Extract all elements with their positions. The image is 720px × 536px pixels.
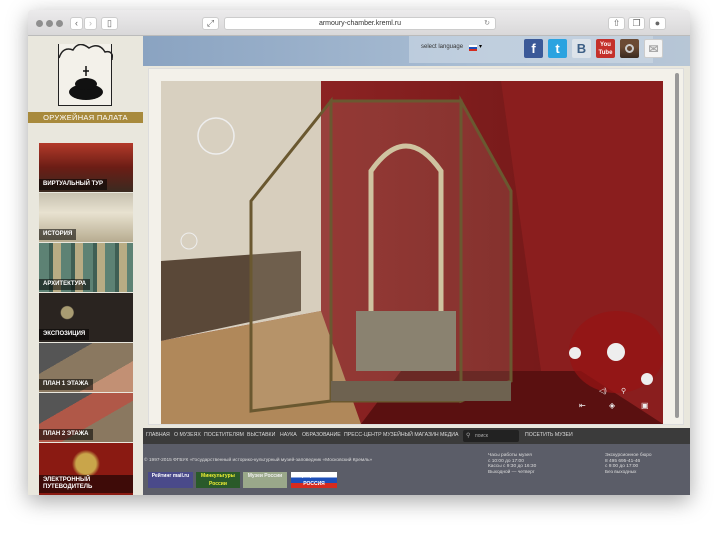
search-input[interactable]: ⚲ поиск [463,430,519,442]
nav-item[interactable]: НАУКА [280,432,297,438]
sound-icon[interactable]: ◁) [599,387,607,395]
panorama-controls[interactable]: ◁) ⚲ ⇤ ◈ ▣ [569,311,663,410]
museums-russia-badge[interactable]: Музеи России [243,472,287,488]
youtube-icon[interactable]: You Tube [596,39,615,58]
search-icon: ⚲ [466,433,471,439]
select-language-label: select language [421,44,464,50]
official-russia-badge[interactable]: Официальная РОССИЯ [291,472,337,488]
forward-button[interactable]: › [84,17,97,30]
zoom-dot[interactable] [56,20,63,27]
sidebar-item-history[interactable]: ИСТОРИЯ [39,193,133,242]
hours-line: Часы работы музея [488,453,532,458]
sidebar-item-architecture[interactable]: АРХИТЕКТУРА [39,243,133,292]
main-nav: ГЛАВНАЯ О МУЗЕЯХ ПОСЕТИТЕЛЯМ ВЫСТАВКИ НА… [143,428,690,444]
sidebar-item-electronic-guide[interactable]: ЭЛЕКТРОННЫЙ ПУТЕВОДИТЕЛЬ [39,443,133,495]
sidebar-item-label: ПЛАН 1 ЭТАЖА [39,379,93,390]
sidebar-item-label: ПЛАН 2 ЭТАЖА [39,429,93,440]
zoom-slider-handle[interactable] [569,347,581,359]
panorama-frame: ◁) ⚲ ⇤ ◈ ▣ [148,68,684,425]
reload-icon[interactable]: ↻ [484,18,490,30]
russian-flag-icon [469,45,477,51]
nav-item[interactable]: МУЗЕЙНЫЙ МАГАЗИН [383,432,439,438]
sidebar-item-label: АРХИТЕКТУРА [39,279,91,290]
exit-icon[interactable]: ⇤ [579,401,586,410]
language-selector[interactable]: select language ▾ f t B You Tube ✉ [409,36,663,63]
nav-item[interactable]: ПРЕСС-ЦЕНТР [344,432,382,438]
header: select language ▾ f t B You Tube ✉ [143,36,690,66]
virtual-tour-panorama[interactable]: ◁) ⚲ ⇤ ◈ ▣ [161,81,663,424]
facebook-icon[interactable]: f [524,39,543,58]
back-button[interactable]: ‹ [70,17,83,30]
nav-item[interactable]: ГЛАВНАЯ [146,432,170,438]
search-zoom-icon[interactable]: ⚲ [621,387,626,395]
twitter-icon[interactable]: t [548,39,567,58]
copyright: © 1997-2015 ФГБУК «Государственный истор… [144,458,373,463]
nav-item[interactable]: ОБРАЗОВАНИЕ [302,432,341,438]
sidebar-item-floor-2[interactable]: ПЛАН 2 ЭТАЖА [39,393,133,442]
bureau-line: Без выходных [605,469,637,475]
rotate-slider-handle[interactable] [641,373,653,385]
nav-item[interactable]: ВЫСТАВКИ [247,432,275,438]
email-icon[interactable]: ✉ [644,39,663,58]
museum-logo[interactable] [58,43,114,106]
brand-title: ОРУЖЕЙНАЯ ПАЛАТА [28,112,143,123]
nav-item[interactable]: МЕДИА [440,432,458,438]
sidebar-item-label: ИСТОРИЯ [39,229,77,240]
fullscreen-icon[interactable]: ▣ [641,401,649,410]
tabs-icon[interactable]: ❐ [628,17,645,30]
sidebar-item-label: ЭКСПОЗИЦИЯ [39,329,90,340]
browser-window: ‹ › ▯ ⤢ armoury-chamber.kreml.ru ↻ ⇧ ❐ ● … [28,10,690,495]
hours-line: Выходной — четверг [488,469,535,475]
opening-hours: Часы работы музея с 10:00 до 17:00 Кассы с… [488,453,536,475]
sidebar: ОРУЖЕЙНАЯ ПАЛАТА ВИРТУАЛЬНЫЙ ТУР ИСТОРИЯ… [28,36,143,495]
chevron-down-icon: ▾ [479,44,483,50]
sidebar-item-label: ВИРТУАЛЬНЫЙ ТУР [39,179,108,190]
download-icon[interactable]: ● [649,17,666,30]
share-icon[interactable]: ⇧ [608,17,625,30]
instagram-icon[interactable] [620,39,639,58]
nav-item[interactable]: О МУЗЕЯХ [174,432,201,438]
sidebar-item-label: ЭЛЕКТРОННЫЙ ПУТЕВОДИТЕЛЬ [39,475,133,493]
nav-item[interactable]: ПОСЕТИТЕЛЯМ [204,432,244,438]
move-joystick-handle[interactable] [607,343,625,361]
visit-museums-link[interactable]: ПОСЕТИТЬ МУЗЕИ [525,432,573,438]
url-text: armoury-chamber.kreml.ru [318,20,402,27]
browser-toolbar: ‹ › ▯ ⤢ armoury-chamber.kreml.ru ↻ ⇧ ❐ ● [28,10,690,36]
mail-rating-badge[interactable]: Рейтинг mail.ru [148,472,193,488]
minculture-badge[interactable]: Минкультуры России [196,472,240,488]
scrollbar[interactable] [675,73,679,418]
hours-line: Кассы с 9:30 до 16:30 [488,464,537,470]
reader-icon[interactable]: ⤢ [202,17,219,30]
sidebar-item-exposition[interactable]: ЭКСПОЗИЦИЯ [39,293,133,342]
minimize-dot[interactable] [46,20,53,27]
footer: © 1997-2015 ФГБУК «Государственный истор… [143,444,690,495]
map-icon[interactable]: ◈ [609,401,615,410]
close-dot[interactable] [36,20,43,27]
address-bar[interactable]: armoury-chamber.kreml.ru ↻ [224,17,496,30]
sidebar-item-virtual-tour[interactable]: ВИРТУАЛЬНЫЙ ТУР [39,143,133,192]
vkontakte-icon[interactable]: B [572,39,591,58]
bureau-line: Экскурсионное бюро [605,453,652,458]
sidebar-item-floor-1[interactable]: ПЛАН 1 ЭТАЖА [39,343,133,392]
excursion-bureau: Экскурсионное бюро 8 495 695-41-46 с 9:00 … [605,453,652,475]
sidebar-toggle-icon[interactable]: ▯ [101,17,118,30]
search-placeholder: поиск [475,433,488,439]
